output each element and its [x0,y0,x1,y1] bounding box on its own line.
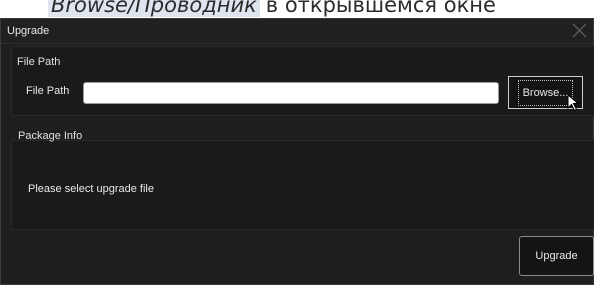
close-icon[interactable] [569,21,589,41]
file-path-label: File Path [26,85,70,97]
file-path-group [11,46,594,116]
package-info-group-title: Package Info [18,130,83,142]
package-status-text: Please select upgrade file [28,183,154,195]
background-caption: Browse/Проводник в открывшемся окне [48,0,496,20]
caption-rest: в открывшемся окне [265,0,496,17]
caption-highlight: Browse/Проводник [48,0,260,17]
dialog-title: Upgrade [7,25,50,37]
dialog-titlebar: Upgrade [1,19,593,44]
mouse-cursor-icon [567,93,583,117]
file-path-group-title: File Path [17,56,61,68]
upgrade-button[interactable]: Upgrade [519,236,594,276]
browse-button-label: Browse... [517,79,574,106]
file-path-input[interactable] [83,82,499,104]
